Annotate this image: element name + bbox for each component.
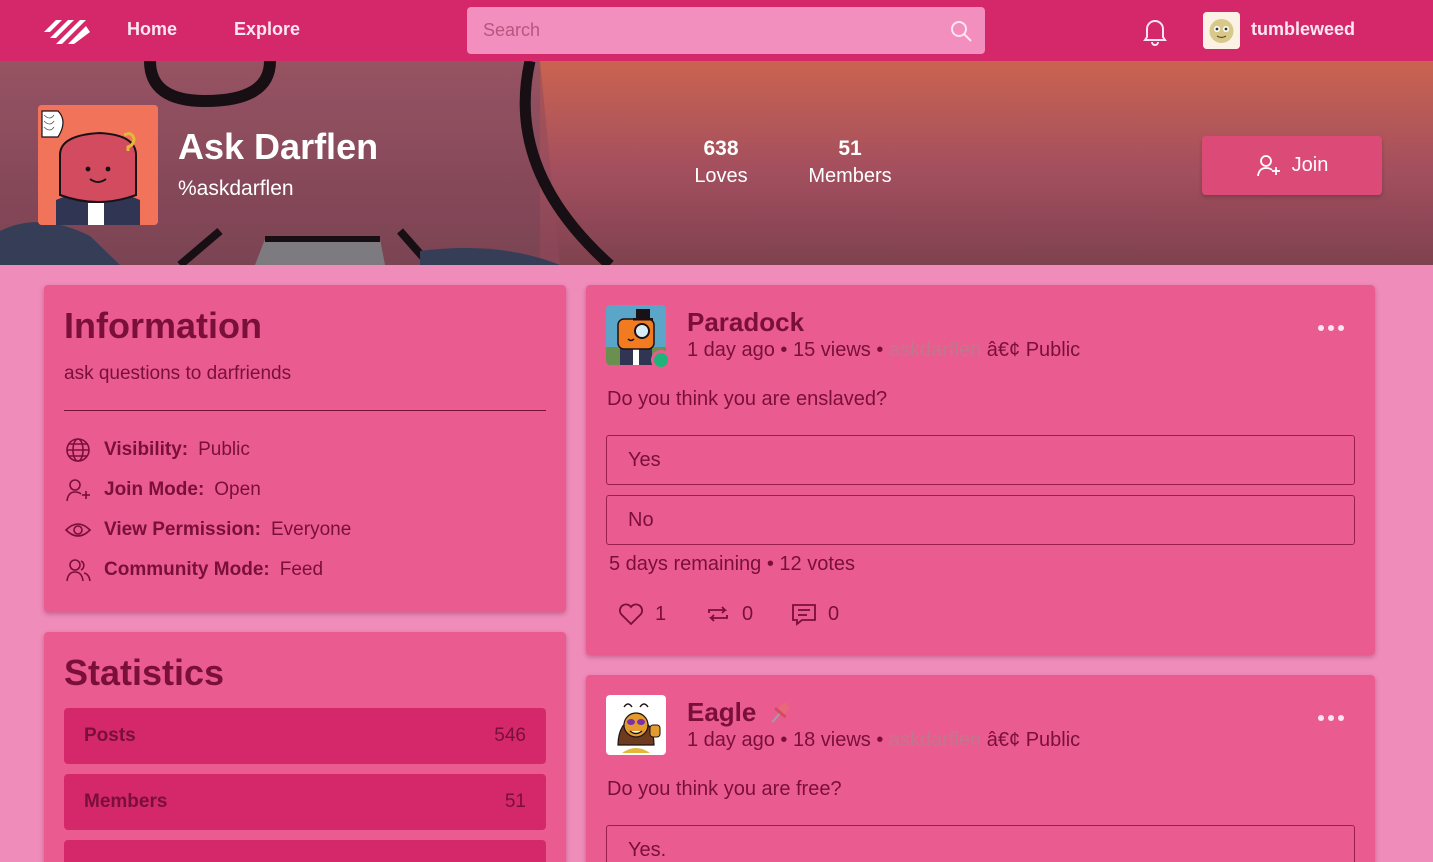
info-value: Feed [279, 559, 324, 580]
loves-stat[interactable]: 638 Loves [694, 137, 748, 188]
statistics-row-posts[interactable]: Posts 546 [64, 708, 546, 764]
join-button[interactable]: Join [1202, 136, 1382, 195]
post-visibility: Public [1025, 339, 1081, 361]
site-logo-icon[interactable] [42, 12, 96, 50]
poll-question: Do you think you are enslaved? [607, 388, 888, 410]
poll-info: 5 days remaining • 12 votes [609, 553, 856, 575]
statistics-row-members[interactable]: Members 51 [64, 774, 546, 830]
info-label: View Permission: [104, 519, 261, 540]
username-label[interactable]: tumbleweed [1251, 19, 1355, 40]
comment-button[interactable]: 0 [790, 600, 839, 628]
poll-option[interactable]: Yes. [606, 825, 1355, 862]
info-label: Community Mode: [104, 559, 270, 580]
info-label: Join Mode: [104, 479, 205, 500]
info-value: Everyone [271, 519, 352, 540]
post-views: 15 views [792, 339, 871, 361]
post-meta: 1 day ago • 15 views • askdarflen â€¢ Pu… [687, 339, 1081, 361]
info-value: Open [214, 479, 261, 500]
author-name[interactable]: Eagle [687, 697, 756, 728]
community-avatar [38, 105, 158, 225]
members-count: 51 [838, 137, 862, 160]
post-time: 1 day ago [687, 339, 775, 361]
join-label: Join [1291, 154, 1329, 176]
nav-home-link[interactable]: Home [127, 19, 177, 40]
poll-option[interactable]: No [606, 495, 1355, 545]
info-row-view-permission: View Permission: Everyone [64, 516, 351, 544]
post-views: 18 views [792, 729, 871, 751]
members-label: Members [808, 165, 892, 187]
eye-icon [64, 523, 92, 537]
heart-icon [619, 603, 643, 626]
statistics-title: Statistics [64, 652, 225, 693]
like-count: 1 [655, 602, 667, 625]
author-name[interactable]: Paradock [687, 307, 804, 338]
search-icon[interactable] [949, 19, 973, 43]
loves-label: Loves [694, 165, 748, 187]
nav-explore-link[interactable]: Explore [234, 19, 300, 40]
post-meta-separator: â€¢ [986, 339, 1021, 361]
information-card: Information ask questions to darfriends … [44, 285, 566, 612]
user-plus-icon [66, 479, 90, 502]
post-author-name[interactable]: Paradock [687, 307, 804, 338]
community-name: Ask Darflen [178, 126, 379, 167]
globe-icon [66, 438, 90, 462]
comment-icon [792, 604, 816, 626]
statistics-value: 546 [494, 725, 526, 746]
post-meta-separator: â€¢ [986, 729, 1021, 751]
community-banner: Ask Darflen %askdarflen 638 Loves 51 Mem… [0, 61, 1433, 265]
repost-icon [708, 606, 728, 622]
post-community-link[interactable]: askdarflen [889, 339, 981, 361]
divider [64, 410, 546, 411]
online-status-indicator [651, 350, 671, 370]
statistics-label: Members [84, 791, 168, 812]
info-label: Visibility: [104, 439, 189, 460]
post-visibility: Public [1025, 729, 1081, 751]
comment-count: 0 [828, 602, 840, 625]
search-input[interactable] [467, 7, 985, 54]
more-options-icon[interactable] [1317, 323, 1345, 333]
statistics-value: 51 [504, 791, 526, 812]
info-value: Public [198, 439, 250, 460]
statistics-card: Statistics Posts 546 Members 51 [44, 632, 566, 862]
repost-count: 0 [742, 602, 754, 625]
post-card: Eagle 1 day ago • 18 views • askdarflen … [586, 675, 1375, 862]
information-title: Information [64, 305, 262, 346]
notifications-bell-icon[interactable] [1141, 16, 1169, 46]
like-button[interactable]: 1 [617, 600, 666, 628]
info-row-join-mode: Join Mode: Open [64, 476, 261, 504]
top-navigation-bar: Home Explore tumbleweed [0, 0, 1433, 61]
repost-button[interactable]: 0 [704, 600, 753, 628]
post-author-name[interactable]: Eagle [687, 697, 794, 728]
community-description: ask questions to darfriends [64, 363, 292, 384]
post-time: 1 day ago [687, 729, 775, 751]
community-handle: %askdarflen [178, 177, 294, 200]
post-card: Paradock 1 day ago • 15 views • askdarfl… [586, 285, 1375, 655]
users-icon [66, 559, 91, 582]
user-plus-icon [1256, 154, 1280, 176]
poll-question: Do you think you are free? [607, 778, 842, 800]
statistics-row-partial[interactable] [64, 840, 546, 862]
statistics-label: Posts [84, 725, 136, 746]
more-options-icon[interactable] [1317, 713, 1345, 723]
post-meta: 1 day ago • 18 views • askdarflen â€¢ Pu… [687, 729, 1081, 751]
info-row-visibility: Visibility: Public [64, 436, 250, 464]
members-stat[interactable]: 51 Members [805, 137, 895, 188]
user-avatar[interactable] [1203, 12, 1240, 49]
loves-count: 638 [703, 137, 739, 160]
pin-icon [771, 702, 790, 723]
post-author-avatar[interactable] [606, 695, 666, 755]
info-row-community-mode: Community Mode: Feed [64, 556, 323, 584]
post-community-link[interactable]: askdarflen [889, 729, 981, 751]
poll-option[interactable]: Yes [606, 435, 1355, 485]
search-box [467, 7, 985, 54]
